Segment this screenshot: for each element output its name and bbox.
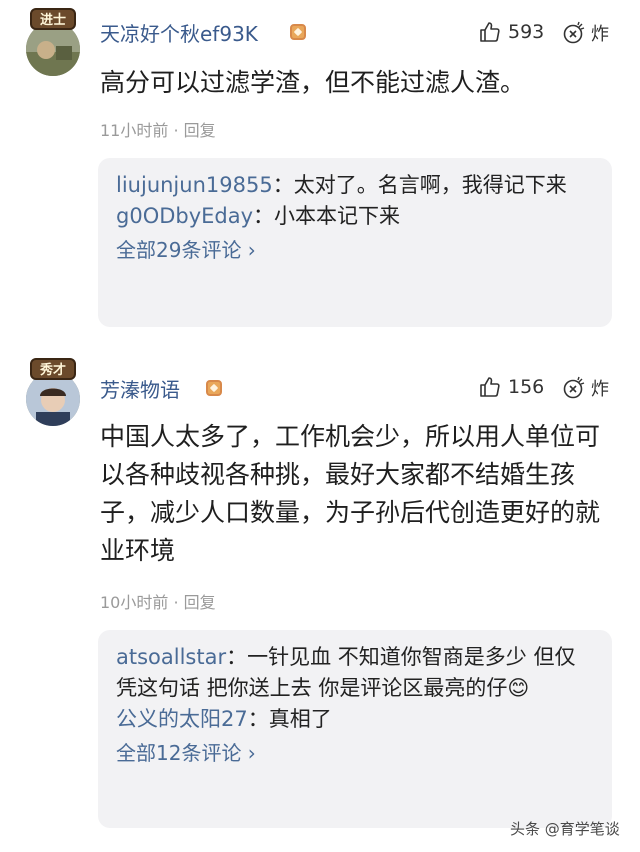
replies-box: liujunjun19855：太对了。名言啊，我得记下来 g0ODbyEday：… bbox=[98, 158, 612, 327]
reply-button[interactable]: 回复 bbox=[184, 121, 216, 140]
boom-label: 炸 bbox=[591, 24, 609, 45]
reply-sep: ： bbox=[253, 204, 275, 228]
level-icon bbox=[206, 380, 222, 396]
like-count: 156 bbox=[508, 376, 545, 398]
reply-sep: ： bbox=[247, 707, 269, 731]
reply-author[interactable]: atsoallstar bbox=[116, 645, 226, 669]
comment-meta: 11小时前 · 回复 bbox=[100, 117, 216, 141]
comment-card: 进士 天凉好个秋ef93K 593 炸 高分可以过滤学渣，但不能过滤人渣。 11… bbox=[0, 0, 640, 340]
thumbs-up-icon bbox=[478, 375, 502, 399]
avatar-wrap[interactable]: 进士 bbox=[26, 8, 80, 76]
avatar-wrap[interactable]: 秀才 bbox=[26, 358, 80, 426]
meta-dot: · bbox=[173, 121, 179, 140]
view-all-replies-link[interactable]: 全部12条评论 › bbox=[116, 738, 594, 769]
thumbs-up-icon bbox=[478, 20, 502, 44]
replies-box: atsoallstar：一针见血 不知道你智商是多少 但仅凭这句话 把你送上去 … bbox=[98, 630, 612, 828]
reply-button[interactable]: 回复 bbox=[184, 593, 216, 612]
comment-time: 10小时前 bbox=[100, 593, 169, 612]
comment-meta: 10小时前 · 回复 bbox=[100, 589, 216, 613]
like-count: 593 bbox=[508, 21, 545, 43]
like-button[interactable]: 156 bbox=[478, 375, 544, 399]
title-badge: 秀才 bbox=[30, 358, 76, 380]
bomb-icon bbox=[561, 20, 587, 46]
reply-author[interactable]: 公义的太阳27 bbox=[116, 707, 248, 731]
title-badge: 进士 bbox=[30, 8, 76, 30]
username[interactable]: 天凉好个秋ef93K bbox=[100, 18, 258, 47]
comment-text: 中国人太多了，工作机会少，所以用人单位可以各种歧视各种挑，最好大家都不结婚生孩子… bbox=[100, 422, 601, 565]
reply-author[interactable]: liujunjun19855 bbox=[116, 173, 273, 197]
reply-item[interactable]: atsoallstar：一针见血 不知道你智商是多少 但仅凭这句话 把你送上去 … bbox=[116, 642, 594, 704]
level-icon bbox=[290, 24, 306, 40]
reply-text: 小本本记下来 bbox=[274, 204, 401, 228]
reply-item[interactable]: liujunjun19855：太对了。名言啊，我得记下来 bbox=[116, 170, 594, 201]
bomb-icon bbox=[561, 375, 587, 401]
comment-time: 11小时前 bbox=[100, 121, 169, 140]
boom-label: 炸 bbox=[591, 379, 609, 400]
reply-text: 太对了。名言啊，我得记下来 bbox=[293, 173, 567, 197]
reply-text: 真相了 bbox=[268, 707, 332, 731]
watermark: 头条 @育学笔谈 bbox=[510, 820, 620, 838]
boom-button[interactable]: 炸 bbox=[561, 20, 609, 46]
boom-button[interactable]: 炸 bbox=[561, 375, 609, 401]
comment-card: 秀才 芳溱物语 156 炸 中国人太多了，工作机会少，所以用人单位可以各种歧视各… bbox=[0, 340, 640, 840]
reply-item[interactable]: 公义的太阳27：真相了 bbox=[116, 704, 594, 735]
reply-sep: ： bbox=[226, 645, 248, 669]
reply-sep: ： bbox=[272, 173, 294, 197]
meta-dot: · bbox=[173, 593, 179, 612]
comment-text: 高分可以过滤学渣，但不能过滤人渣。 bbox=[100, 68, 526, 97]
username[interactable]: 芳溱物语 bbox=[100, 374, 180, 403]
like-button[interactable]: 593 bbox=[478, 20, 544, 44]
reply-item[interactable]: g0ODbyEday：小本本记下来 bbox=[116, 201, 594, 232]
view-all-replies-link[interactable]: 全部29条评论 › bbox=[116, 235, 594, 266]
reply-author[interactable]: g0ODbyEday bbox=[116, 204, 253, 228]
